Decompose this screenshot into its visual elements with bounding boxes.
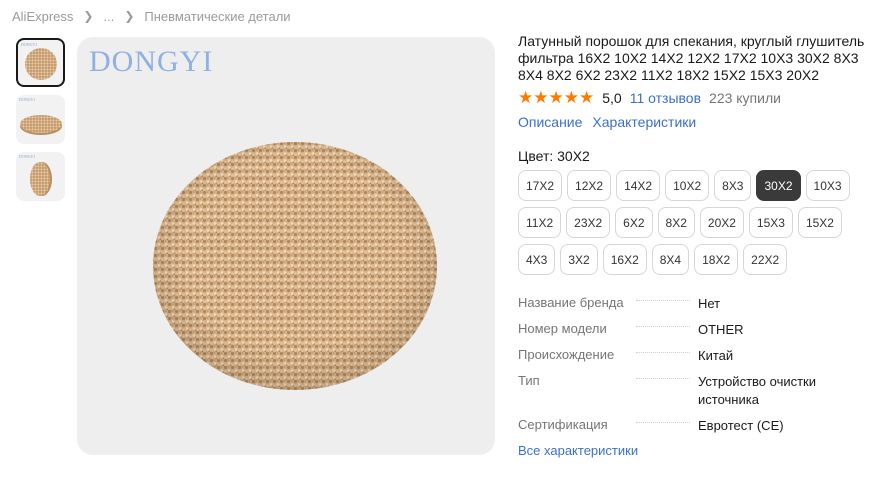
product-thumbnail-image [19, 114, 62, 135]
spec-key: Происхождение [518, 347, 698, 362]
variant-option[interactable]: 15X3 [748, 207, 793, 238]
chevron-right-icon: ❯ [124, 9, 135, 23]
star-icon: ★ [518, 88, 534, 107]
thumbnail-logo: DONGYI [21, 42, 37, 47]
rating-value: 5,0 [602, 89, 622, 106]
tab-characteristics[interactable]: Характеристики [592, 114, 696, 130]
variant-option[interactable]: 18X2 [694, 244, 739, 275]
spec-value: Устройство очистки источника [698, 374, 817, 407]
variant-option[interactable]: 8X4 [651, 244, 690, 275]
variant-option[interactable]: 10X3 [805, 170, 850, 201]
product-info: Латунный порошок для спекания, круглый г… [518, 33, 886, 458]
variant-option[interactable]: 6X2 [615, 207, 653, 238]
product-tabs: Описание Характеристики [518, 114, 886, 130]
variant-option[interactable]: 22X2 [743, 244, 788, 275]
variant-option[interactable]: 23X2 [566, 207, 611, 238]
spec-key: Название бренда [518, 295, 698, 310]
color-label: Цвет: 30X2 [518, 148, 590, 164]
spec-row: Сертификация Евротест (CE) [518, 417, 886, 443]
variant-option[interactable]: 12X2 [567, 170, 612, 201]
breadcrumb-item-aliexpress[interactable]: AliExpress [12, 9, 73, 24]
breadcrumb-item-category[interactable]: Пневматические детали [144, 9, 290, 24]
spec-key: Сертификация [518, 417, 698, 432]
variant-option[interactable]: 17X2 [518, 170, 563, 201]
star-icon: ★ [563, 88, 579, 107]
variant-option[interactable]: 16X2 [602, 244, 647, 275]
variant-option[interactable]: 11X2 [518, 207, 562, 238]
variant-option[interactable]: 3X2 [560, 244, 598, 275]
spec-value: Китай [698, 348, 734, 363]
spec-value: Евротест (CE) [698, 418, 784, 433]
thumbnail-3[interactable]: DONGYI [16, 152, 65, 201]
spec-key: Тип [518, 373, 698, 388]
spec-row: Название бренда Нет [518, 295, 886, 321]
variant-option[interactable]: 8X2 [657, 207, 695, 238]
spec-value: Нет [698, 296, 721, 311]
variant-option[interactable]: 10X2 [665, 170, 710, 201]
star-icon: ★ [533, 88, 549, 107]
spec-key: Номер модели [518, 321, 698, 336]
variant-option[interactable]: 30X2 [756, 170, 801, 201]
spec-value: OTHER [698, 322, 744, 337]
main-product-image[interactable]: DONGYI [77, 37, 495, 455]
thumbnail-1[interactable]: DONGYI [16, 38, 65, 87]
sintered-disk-image [153, 142, 437, 390]
product-thumbnail-image [24, 47, 57, 80]
star-icon: ★ [579, 88, 595, 107]
variant-option[interactable]: 8X3 [714, 170, 752, 201]
variant-option[interactable]: 15X2 [797, 207, 842, 238]
spec-row: Тип Устройство очистки источника [518, 373, 886, 417]
rating-stars: ★ ★ ★ ★ ★ [518, 89, 594, 106]
star-icon: ★ [548, 88, 564, 107]
product-thumbnail-image [29, 161, 52, 196]
variant-options: 17X2 12X2 14X2 10X2 8X3 30X2 10X3 11X2 23X2 6X2 8X… [518, 170, 888, 281]
thumbnail-2[interactable]: DONGYI [16, 95, 65, 144]
specs-table: Название бренда Нет Номер модели OTHER П… [518, 295, 886, 458]
all-characteristics-link[interactable]: Все характеристики [518, 443, 886, 458]
spec-row: Номер модели OTHER [518, 321, 886, 347]
breadcrumb-item-ellipsis[interactable]: ... [103, 9, 114, 24]
reviews-link[interactable]: 11 отзывов [630, 90, 701, 106]
thumbnail-logo: DONGYI [19, 97, 35, 102]
variant-option[interactable]: 4X3 [518, 244, 556, 275]
spec-row: Происхождение Китай [518, 347, 886, 373]
tab-description[interactable]: Описание [518, 114, 582, 130]
sold-count: 223 купили [709, 89, 781, 106]
variant-option[interactable]: 14X2 [616, 170, 661, 201]
variant-option[interactable]: 20X2 [699, 207, 744, 238]
product-title: Латунный порошок для спекания, круглый г… [518, 33, 865, 83]
rating-row: ★ ★ ★ ★ ★ 5,0 11 отзывов 223 купили [518, 89, 886, 106]
thumbnail-list: DONGYI DONGYI DONGYI [16, 38, 65, 209]
chevron-right-icon: ❯ [83, 9, 94, 23]
thumbnail-logo: DONGYI [19, 154, 35, 159]
breadcrumb: AliExpress ❯ ... ❯ Пневматические детали [12, 6, 291, 26]
